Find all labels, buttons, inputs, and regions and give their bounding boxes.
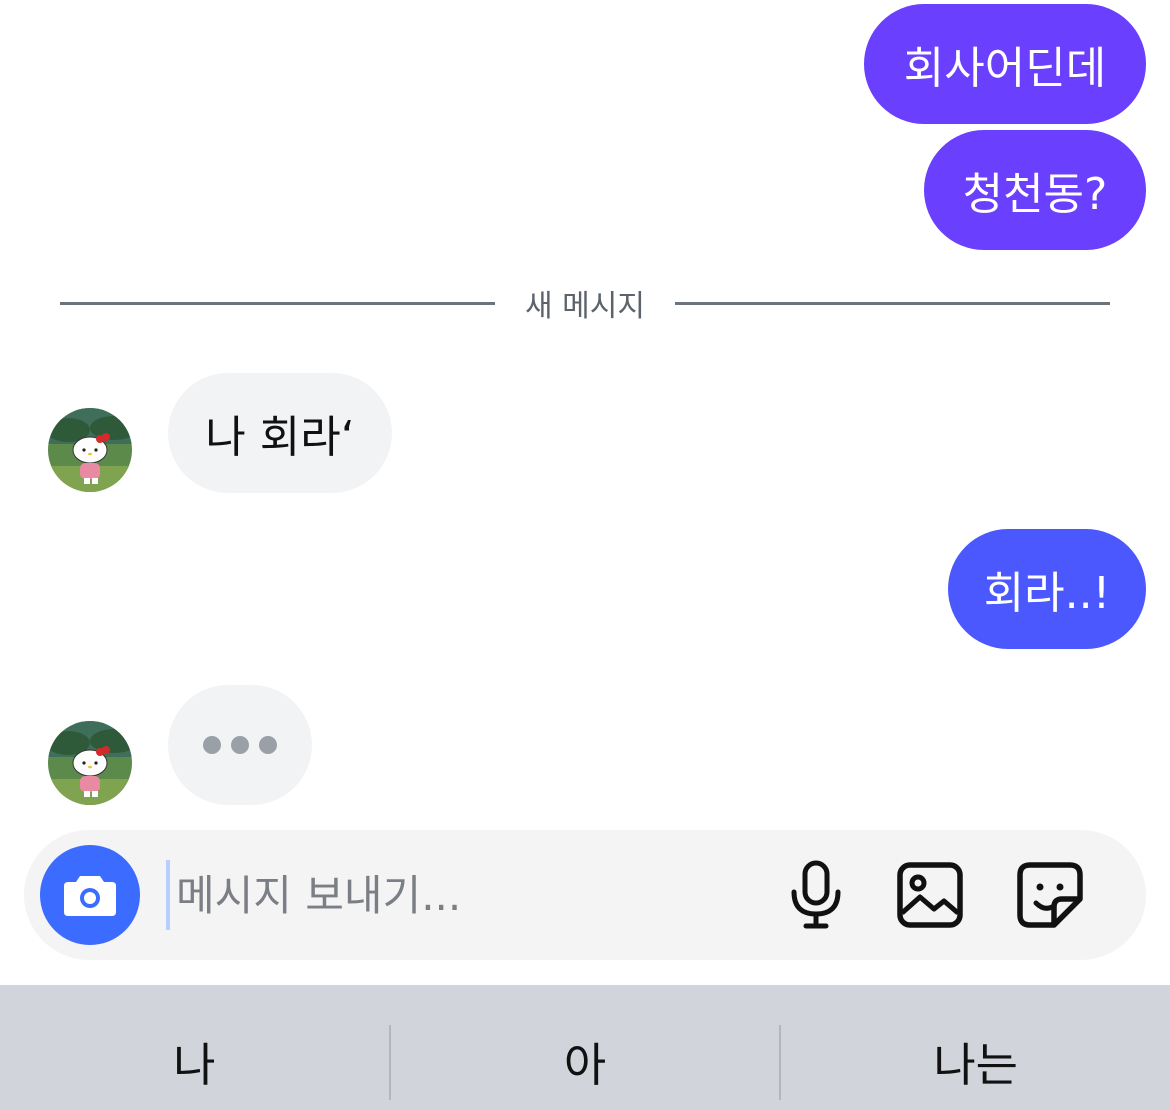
suggestion-item[interactable]: 나는 [781,985,1170,1110]
outgoing-message[interactable]: 회사어딘데 [864,4,1146,124]
avatar-image [48,408,132,492]
outgoing-message[interactable]: 회라..! [948,529,1146,649]
sticker-icon [1017,862,1083,928]
avatar-image [48,721,132,805]
keyboard-suggestion-bar: 나 아 나는 [0,985,1170,1110]
suggestion-item[interactable]: 아 [391,985,780,1110]
microphone-icon [791,860,841,929]
sticker-button[interactable] [1010,855,1090,935]
incoming-message[interactable]: 나 회라‘ [168,373,392,493]
message-text: 회라..! [983,568,1111,619]
gallery-button[interactable] [890,855,970,935]
camera-icon [64,876,116,916]
divider-line [674,301,1110,305]
message-text: 나 회라‘ [205,412,355,463]
microphone-button[interactable] [776,855,856,935]
new-messages-divider: 새 메시지 [60,283,1110,324]
message-text: 회사어딘데 [903,43,1107,94]
typing-dots-icon [203,736,277,754]
divider-line [60,301,496,305]
suggestion-label: 나는 [933,1037,1018,1092]
image-icon [897,862,963,928]
divider-label: 새 메시지 [525,289,645,324]
message-composer [24,830,1146,960]
chat-screen: 회사어딘데 청천동? 새 메시지 나 회라‘ 회라..! 메시지 보내기... … [0,0,1170,1110]
avatar[interactable] [48,721,132,805]
typing-indicator [168,685,312,805]
suggestion-label: 나 [173,1037,216,1092]
suggestion-item[interactable]: 나 [0,985,389,1110]
outgoing-message[interactable]: 청천동? [924,130,1146,250]
camera-button[interactable] [40,845,140,945]
avatar[interactable] [48,408,132,492]
message-text: 청천동? [962,169,1108,220]
message-input[interactable] [166,860,746,930]
suggestion-label: 아 [563,1037,607,1092]
